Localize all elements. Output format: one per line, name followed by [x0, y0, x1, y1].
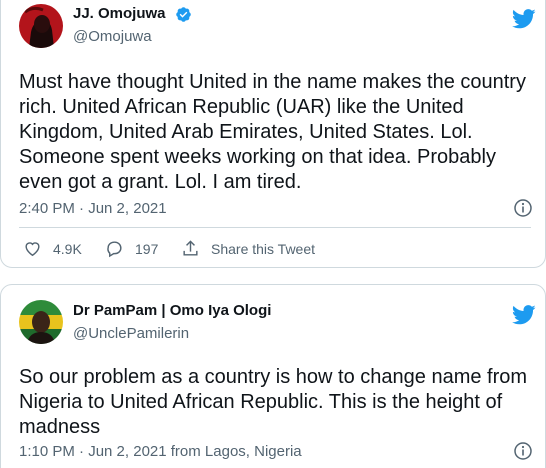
tweet-text: So our problem as a country is how to ch… — [19, 366, 528, 438]
avatar[interactable] — [19, 300, 63, 344]
author-name[interactable]: JJ. Omojuwa — [73, 5, 166, 22]
heart-icon — [25, 242, 40, 257]
tweet-text: Must have thought United in the name mak… — [19, 71, 526, 193]
author-name[interactable]: Dr PamPam | Omo Iya Ologi — [73, 302, 271, 319]
tweet-timestamp[interactable]: 1:10 PM · Jun 2, 2021 from Lagos, Nigeri… — [19, 443, 302, 460]
author-handle[interactable]: @Omojuwa — [73, 28, 152, 45]
tweet-timestamp[interactable]: 2:40 PM · Jun 2, 2021 — [19, 200, 167, 217]
tweet-card[interactable]: Dr PamPam | Omo Iya Ologi @UnclePamileri… — [0, 284, 546, 468]
tweet-card[interactable]: JJ. Omojuwa @Omojuwa Must have thought U… — [0, 0, 546, 268]
divider — [19, 227, 531, 228]
twitter-bird-icon[interactable] — [512, 305, 536, 325]
author-handle[interactable]: @UnclePamilerin — [73, 325, 189, 342]
like-count: 4.9K — [53, 240, 82, 257]
info-icon[interactable] — [513, 198, 533, 218]
reply-icon — [107, 241, 122, 258]
share-icon — [183, 240, 198, 256]
verified-badge-icon — [176, 7, 191, 22]
avatar[interactable] — [19, 4, 63, 48]
like-button[interactable]: 4.9K — [23, 239, 82, 258]
twitter-bird-icon[interactable] — [512, 9, 536, 29]
reply-count: 197 — [135, 240, 159, 257]
info-icon[interactable] — [513, 441, 533, 461]
reply-button[interactable]: 197 — [105, 239, 158, 258]
share-label: Share this Tweet — [211, 240, 316, 257]
share-button[interactable]: Share this Tweet — [181, 239, 315, 258]
